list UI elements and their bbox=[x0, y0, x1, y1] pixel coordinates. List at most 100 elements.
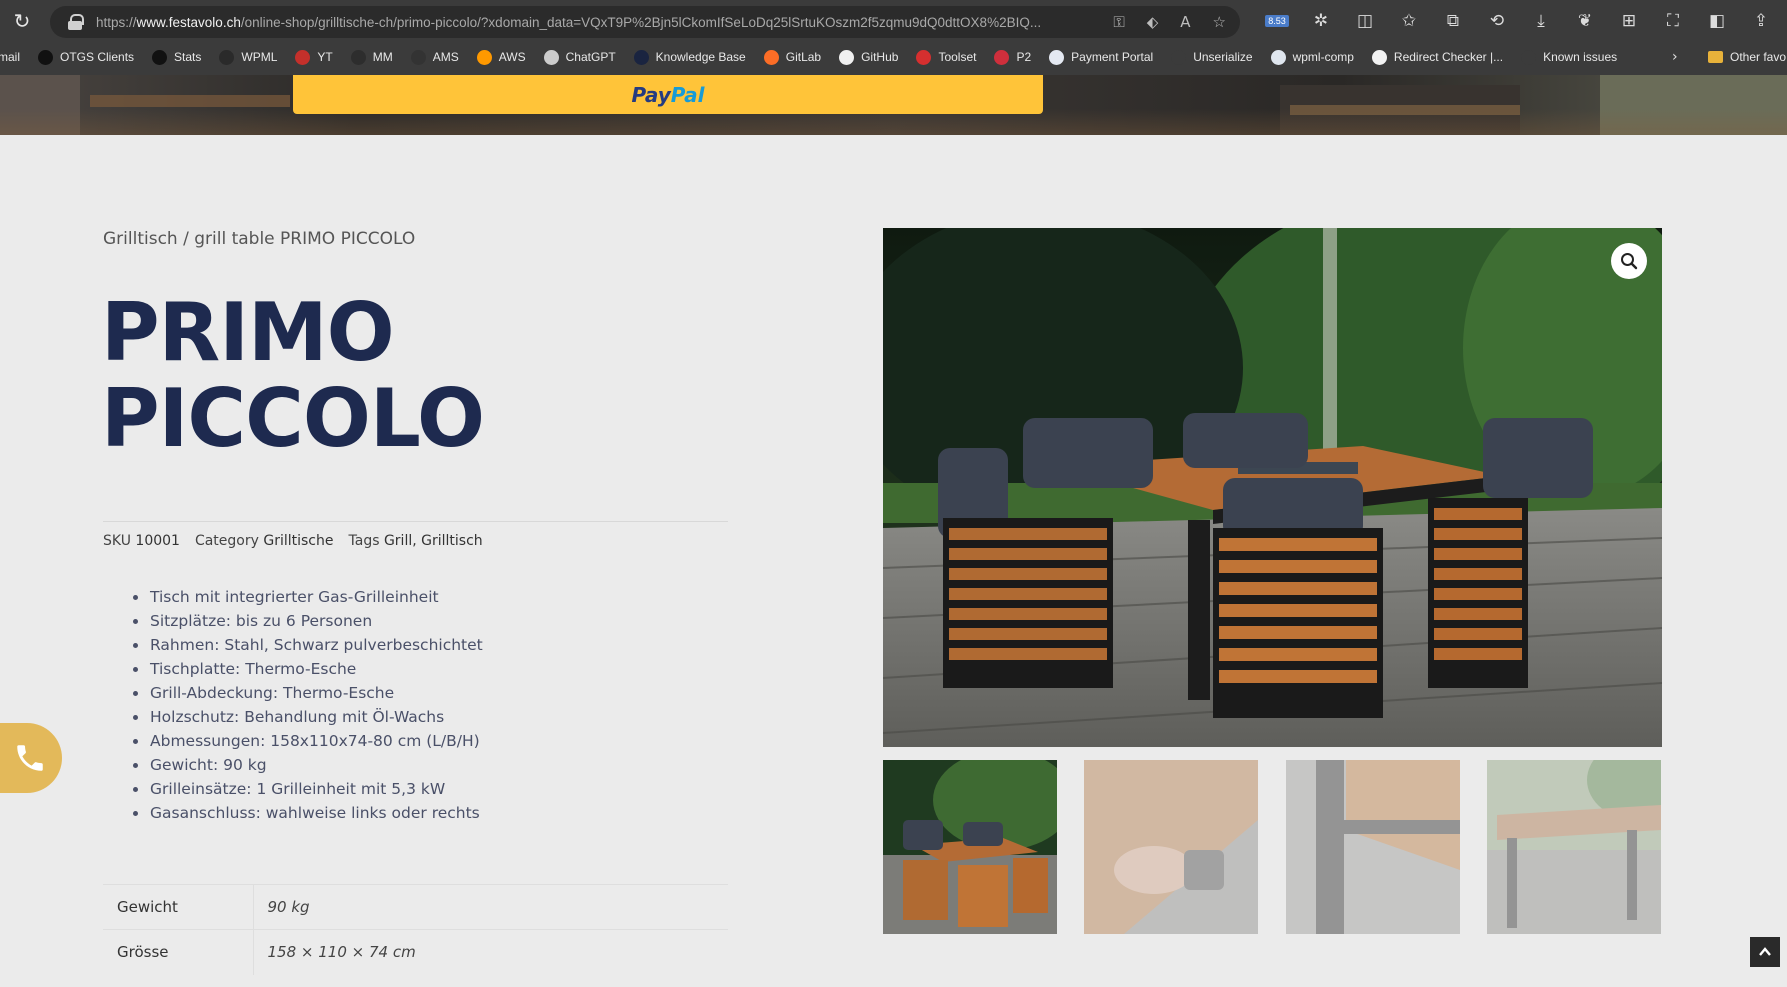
extension-badge-icon[interactable]: 8.53 bbox=[1255, 0, 1299, 42]
feature-list: Tisch mit integrierter Gas-Grilleinheit … bbox=[130, 585, 483, 825]
sku-value: 10001 bbox=[135, 533, 180, 549]
bookmark-item[interactable]: P2 bbox=[994, 49, 1031, 65]
meta-divider bbox=[103, 521, 728, 522]
product-meta: SKU 10001 Category Grilltische Tags Gril… bbox=[103, 533, 483, 549]
paypal-button[interactable]: PayPal bbox=[293, 75, 1043, 114]
bookmark-item[interactable]: YT bbox=[295, 49, 333, 65]
github-icon bbox=[839, 49, 855, 65]
bookmark-label: AWS bbox=[498, 50, 526, 64]
list-item: Tisch mit integrierter Gas-Grilleinheit bbox=[130, 585, 483, 609]
scroll-to-top-button[interactable] bbox=[1750, 937, 1780, 967]
apps-icon[interactable]: ⊞ bbox=[1607, 0, 1651, 42]
bookmark-item[interactable]: Known issues bbox=[1521, 49, 1617, 65]
bookmark-label: YT bbox=[317, 50, 333, 64]
product-title-line1: PRIMO bbox=[101, 286, 395, 379]
bookmark-label: WPML bbox=[241, 50, 278, 64]
url-text[interactable]: https://www.festavolo.ch/online-shop/gri… bbox=[96, 15, 1076, 30]
kb-icon bbox=[633, 49, 649, 65]
bookmark-label: GitLab bbox=[785, 50, 822, 64]
address-bar[interactable]: https://www.festavolo.ch/online-shop/gri… bbox=[50, 6, 1240, 38]
thumb-table-photo bbox=[883, 760, 1057, 934]
bookmark-label: wpml-comp bbox=[1292, 50, 1354, 64]
bookmark-label: MM bbox=[372, 50, 393, 64]
bookmark-item[interactable]: MM bbox=[350, 49, 393, 65]
bookmark-item[interactable]: Unserialize bbox=[1171, 49, 1253, 65]
address-row: ↻ https://www.festavolo.ch/online-shop/g… bbox=[0, 0, 1787, 42]
spec-table: Gewicht 90 kg Grösse 158 × 110 × 74 cm bbox=[103, 884, 728, 975]
wpml-icon bbox=[219, 49, 235, 65]
key-icon[interactable]: ⚿ bbox=[1113, 13, 1124, 31]
sidebar-icon[interactable]: ◧ bbox=[1695, 0, 1739, 42]
bookmark-label: Payment Portal bbox=[1071, 50, 1154, 64]
star-icon[interactable]: ☆ bbox=[1213, 13, 1226, 31]
payment-icon bbox=[1049, 49, 1065, 65]
gallery-thumb-3[interactable] bbox=[1286, 760, 1460, 934]
unserialize-icon bbox=[1171, 49, 1187, 65]
tags-links[interactable]: Grill, Grilltisch bbox=[384, 533, 483, 549]
bookmark-item[interactable]: OTGS Clients bbox=[38, 49, 134, 65]
lock-icon[interactable] bbox=[68, 14, 84, 30]
paypal-logo: PayPal bbox=[631, 82, 705, 107]
sku-label: SKU bbox=[103, 533, 131, 549]
bookmark-label: ChatGPT bbox=[565, 50, 616, 64]
bookmark-item[interactable]: Redirect Checker |... bbox=[1371, 49, 1504, 65]
zoom-button[interactable] bbox=[1611, 243, 1647, 279]
split-screen-icon[interactable]: ◫ bbox=[1343, 0, 1387, 42]
bookmark-label: Unserialize bbox=[1193, 50, 1253, 64]
bookmark-item[interactable]: Knowledge Base bbox=[633, 49, 746, 65]
reload-icon[interactable]: ↻ bbox=[0, 0, 44, 42]
bookmark-item[interactable]: wpml-comp bbox=[1270, 49, 1354, 65]
thumb-table-side-photo bbox=[1487, 760, 1661, 934]
bookmark-item[interactable]: GitHub bbox=[839, 49, 898, 65]
bookmark-item[interactable]: ChatGPT bbox=[543, 49, 616, 65]
bookmarks-overflow-icon[interactable]: › bbox=[1672, 44, 1678, 70]
phone-call-button[interactable] bbox=[0, 723, 62, 793]
collections-icon[interactable]: ⧉ bbox=[1431, 0, 1475, 42]
other-favorites-label: Other favo bbox=[1730, 50, 1787, 64]
gallery-thumb-1[interactable] bbox=[883, 760, 1057, 934]
bookmark-label: Toolset bbox=[938, 50, 977, 64]
bookmark-item[interactable]: AWS bbox=[476, 49, 526, 65]
browser-chrome: ↻ https://www.festavolo.ch/online-shop/g… bbox=[0, 0, 1787, 75]
tag-icon[interactable]: ⬖ bbox=[1147, 13, 1159, 31]
bookmark-item[interactable]: Stats bbox=[152, 49, 201, 65]
other-favorites[interactable]: Other favo bbox=[1708, 44, 1786, 70]
read-aloud-icon[interactable]: A bbox=[1180, 13, 1190, 31]
downloads-icon[interactable]: ⤓ bbox=[1519, 0, 1563, 42]
gallery-thumb-4[interactable] bbox=[1487, 760, 1661, 934]
gallery-thumb-2[interactable] bbox=[1084, 760, 1258, 934]
bookmark-item[interactable]: Toolset bbox=[916, 49, 977, 65]
list-item: Grill-Abdeckung: Thermo-Esche bbox=[130, 681, 483, 705]
performance-icon[interactable]: ❦ bbox=[1563, 0, 1607, 42]
bookmark-item[interactable]: mail bbox=[0, 50, 20, 64]
known-issues-icon bbox=[1521, 49, 1537, 65]
category-link[interactable]: Grilltische bbox=[263, 533, 333, 549]
otgs-icon bbox=[38, 49, 54, 65]
history-icon[interactable]: ⟲ bbox=[1475, 0, 1519, 42]
bookmark-item[interactable]: Payment Portal bbox=[1049, 49, 1154, 65]
table-row: Grösse 158 × 110 × 74 cm bbox=[103, 929, 728, 975]
list-item: Sitzplätze: bis zu 6 Personen bbox=[130, 609, 483, 633]
main-product-image[interactable] bbox=[883, 228, 1662, 747]
favorites-icon[interactable]: ✩ bbox=[1387, 0, 1431, 42]
aws-icon bbox=[476, 49, 492, 65]
thumb-hand-detail-photo bbox=[1084, 760, 1258, 934]
bookmarks-bar: mail OTGS Clients Stats WPML YT MM AMS AWS ChatG… bbox=[0, 44, 1787, 70]
bookmark-label: Redirect Checker |... bbox=[1393, 50, 1504, 64]
bookmark-item[interactable]: AMS bbox=[410, 49, 459, 65]
share-icon[interactable]: ⇪ bbox=[1739, 0, 1783, 42]
address-bar-icons: ⚿ ⬖ A ☆ bbox=[1113, 6, 1226, 38]
sku-meta: SKU 10001 bbox=[103, 533, 180, 549]
list-item: Holzschutz: Behandlung mit Öl-Wachs bbox=[130, 705, 483, 729]
toolset-icon bbox=[916, 49, 932, 65]
grill-table-photo bbox=[883, 228, 1662, 747]
bookmark-item[interactable]: WPML bbox=[219, 49, 278, 65]
extensions-icon[interactable]: ✲ bbox=[1299, 0, 1343, 42]
tags-label: Tags bbox=[348, 533, 380, 549]
screenshot-icon[interactable]: ⛶ bbox=[1651, 0, 1695, 42]
product-title: PRIMO PICCOLO bbox=[101, 290, 661, 462]
spec-key: Gewicht bbox=[103, 884, 254, 930]
spec-key: Grösse bbox=[103, 929, 254, 975]
bookmark-item[interactable]: GitLab bbox=[763, 49, 822, 65]
wordpress-icon bbox=[1270, 49, 1286, 65]
